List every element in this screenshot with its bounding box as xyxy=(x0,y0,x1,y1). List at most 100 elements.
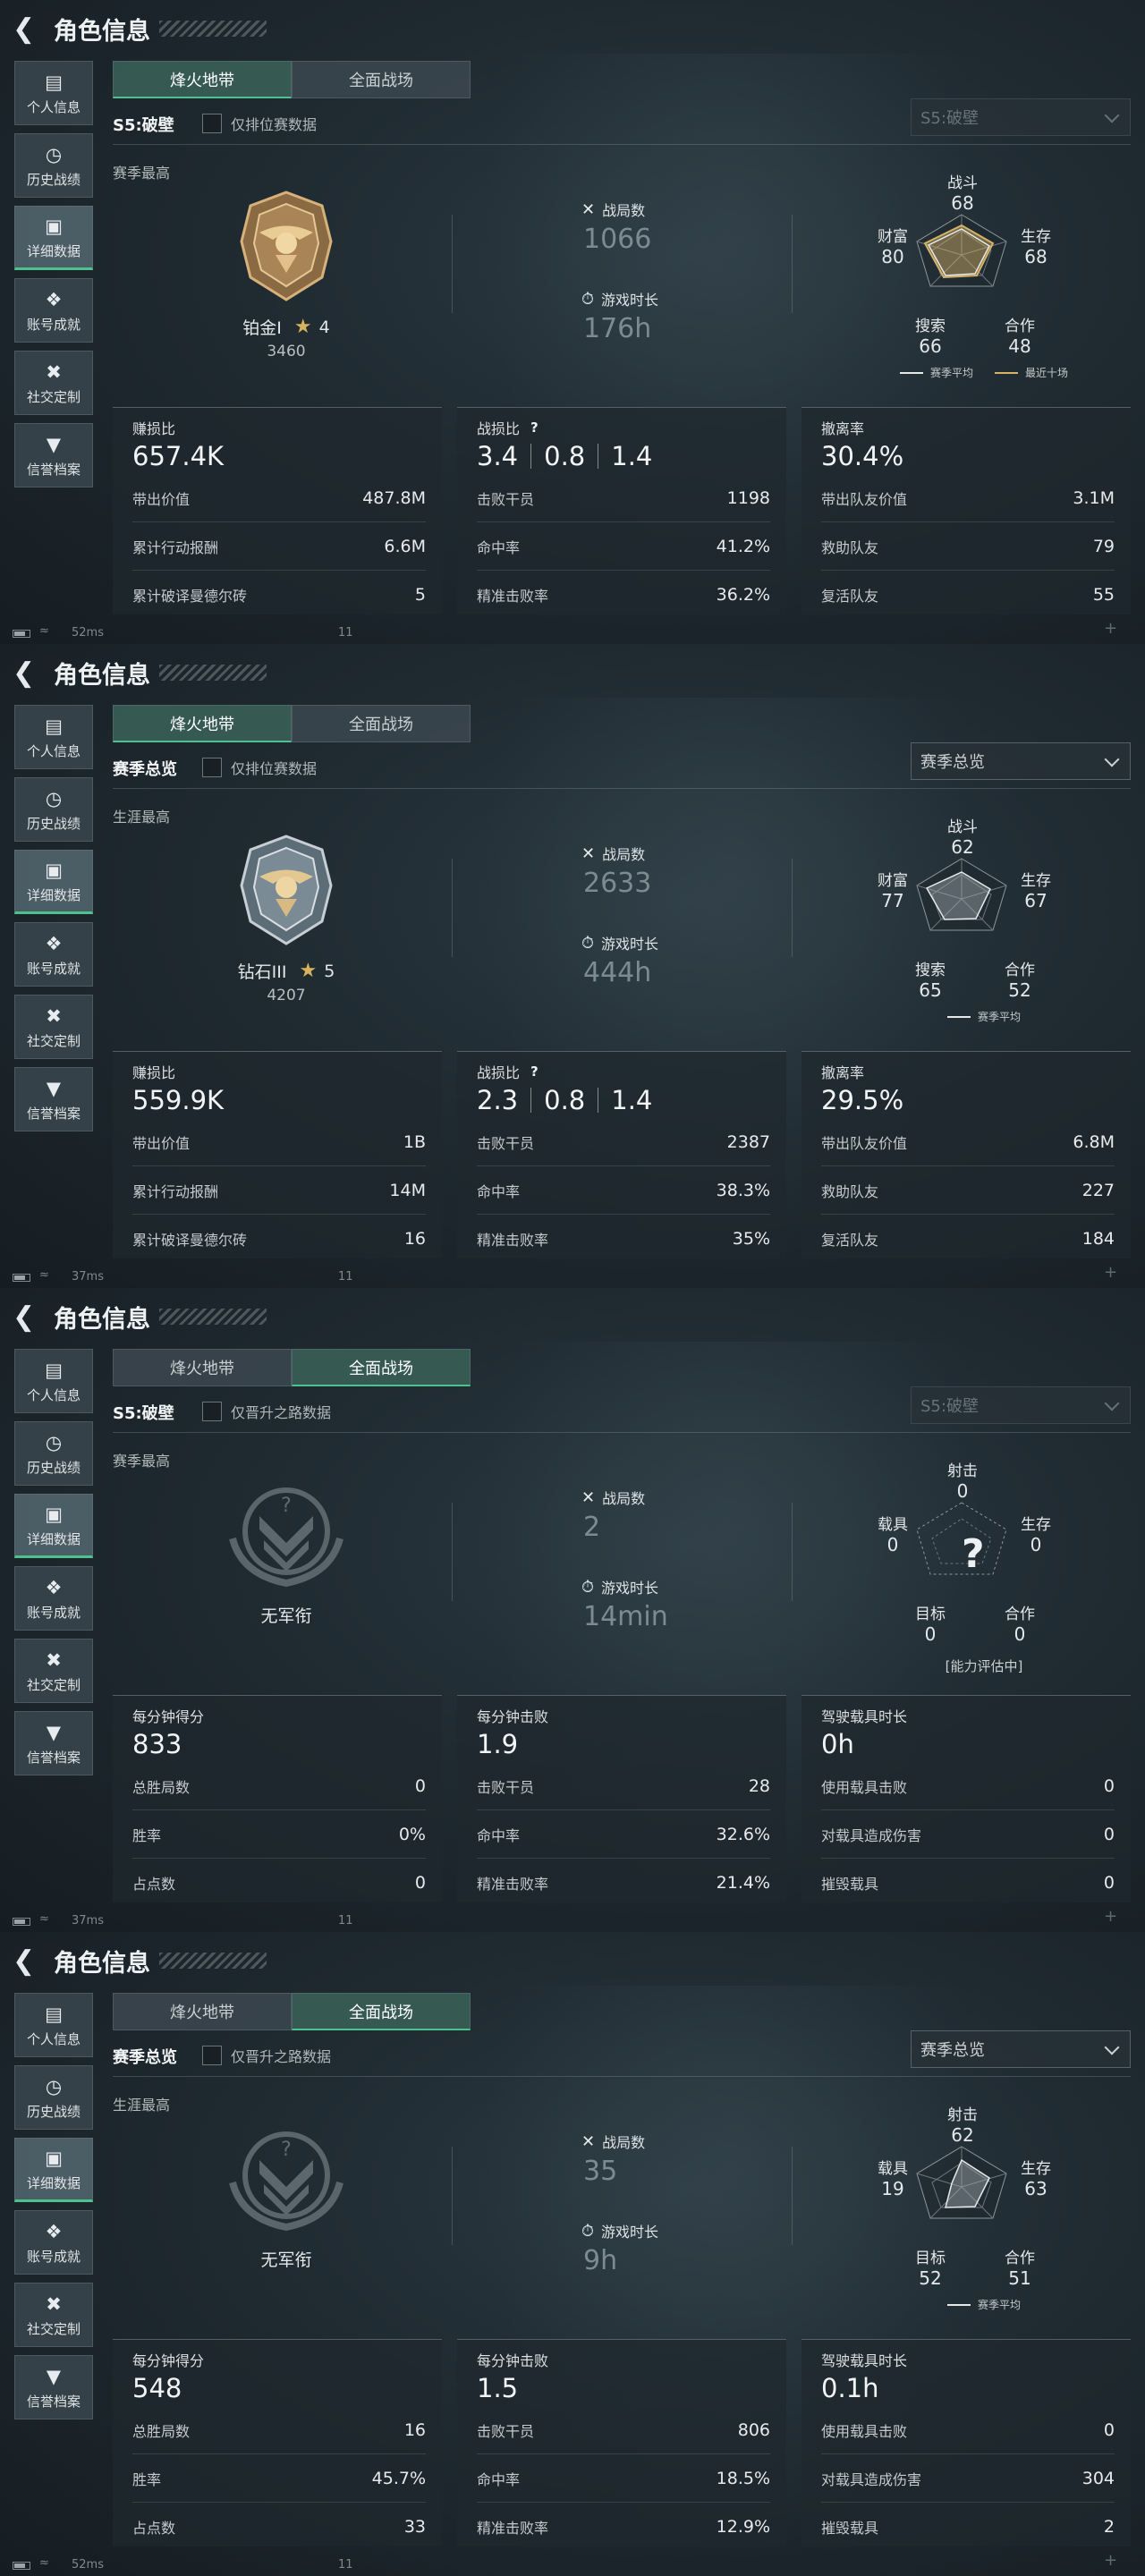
sidebar-label: 信誉档案 xyxy=(26,1749,81,1766)
card-score-per-min: 每分钟得分 548 总胜局数 16 胜率 45.7% 占点数 33 xyxy=(113,2339,442,2546)
radar-label-top: 战斗 62 xyxy=(947,818,978,858)
checkbox-box[interactable] xyxy=(202,114,222,133)
checkbox-label: 仅排位赛数据 xyxy=(231,760,318,777)
sidebar-item-details[interactable]: ▣ 详细数据 xyxy=(14,206,93,270)
sidebar-item-history[interactable]: ◷ 历史战绩 xyxy=(14,777,93,842)
back-arrow-icon[interactable]: ❮ xyxy=(13,1945,39,1977)
sidebar-item-social[interactable]: ✖ 社交定制 xyxy=(14,1639,93,1703)
stat-cards: 赚损比 559.9K 带出价值 1B 累计行动报酬 14M 累计破译曼德尔砖 16 战… xyxy=(113,1051,1131,1258)
ability-radar: ? 射击 0 生存 0 合作 0 目标 0 载具 0 [能力评估中] xyxy=(859,1449,1109,1690)
sidebar-item-social[interactable]: ✖ 社交定制 xyxy=(14,351,93,415)
back-arrow-icon[interactable]: ❮ xyxy=(13,657,39,689)
rank-area: 铂金I ★ 4 3460 xyxy=(179,188,394,360)
chevron-down-icon xyxy=(1104,751,1120,767)
tab-full-war[interactable]: 全面战场 xyxy=(292,1349,471,1386)
season-select[interactable]: 赛季总览 xyxy=(911,2030,1131,2068)
radar-label-left: 载具 0 xyxy=(878,1516,908,1555)
help-icon[interactable]: ? xyxy=(530,1063,539,1080)
ability-radar: 射击 62 生存 63 合作 51 目标 52 载具 19 赛季平均 xyxy=(859,2093,1109,2334)
checkbox-box[interactable] xyxy=(202,2046,222,2065)
radar-legend: 赛季平均 最近十场 xyxy=(859,365,1109,380)
title-decoration xyxy=(159,1953,267,1969)
clock-icon: ◷ xyxy=(45,787,63,809)
card-title: 战损比? xyxy=(477,419,539,437)
sidebar-item-details[interactable]: ▣ 详细数据 xyxy=(14,850,93,914)
sidebar-item-profile[interactable]: ▤ 个人信息 xyxy=(14,1993,93,2057)
season-select[interactable]: 赛季总览 xyxy=(911,742,1131,780)
radar-label-bottom-left: 搜索 65 xyxy=(915,962,946,1001)
card-row: 对载具造成伤害 0 xyxy=(821,1810,1115,1859)
legend-avg: 赛季平均 xyxy=(946,2297,1021,2312)
sidebar-label: 详细数据 xyxy=(26,1530,81,1547)
sidebar-item-history[interactable]: ◷ 历史战绩 xyxy=(14,1421,93,1486)
sidebar-item-reputation[interactable]: ▼ 信誉档案 xyxy=(14,423,93,487)
sidebar-item-reputation[interactable]: ▼ 信誉档案 xyxy=(14,2355,93,2419)
status-bar: ≈ 37ms 11 + xyxy=(13,1263,1131,1286)
title-decoration xyxy=(159,1309,267,1325)
divider xyxy=(452,859,453,957)
sidebar-item-details[interactable]: ▣ 详细数据 xyxy=(14,1494,93,1558)
stat-cards: 每分钟得分 548 总胜局数 16 胜率 45.7% 占点数 33 每分钟击败 1.5… xyxy=(113,2339,1131,2546)
checkbox-box[interactable] xyxy=(202,1402,222,1421)
sidebar-item-reputation[interactable]: ▼ 信誉档案 xyxy=(14,1067,93,1131)
rank-points: 4207 xyxy=(267,987,306,1004)
sidebar-item-reputation[interactable]: ▼ 信誉档案 xyxy=(14,1711,93,1775)
sidebar-item-social[interactable]: ✖ 社交定制 xyxy=(14,995,93,1059)
sidebar-label: 个人信息 xyxy=(26,1386,81,1403)
tab-full-war[interactable]: 全面战场 xyxy=(292,1993,471,2030)
radar-label-top: 射击 62 xyxy=(947,2106,978,2146)
radar-label-right: 生存 0 xyxy=(1021,1516,1051,1555)
tab-full-war[interactable]: 全面战场 xyxy=(292,61,471,98)
rank-stars: 5 xyxy=(324,961,335,981)
battery-icon xyxy=(13,1274,30,1282)
help-icon[interactable]: ? xyxy=(530,419,539,436)
playtime-stat: ⏱ 游戏时长 176h xyxy=(581,288,658,345)
sidebar-item-details[interactable]: ▣ 详细数据 xyxy=(14,2138,93,2202)
tab-extraction[interactable]: 烽火地带 xyxy=(113,1993,292,2030)
tab-extraction[interactable]: 烽火地带 xyxy=(113,705,292,742)
sidebar-item-history[interactable]: ◷ 历史战绩 xyxy=(14,2065,93,2130)
legend-avg: 赛季平均 xyxy=(899,365,973,380)
sidebar-item-profile[interactable]: ▤ 个人信息 xyxy=(14,61,93,125)
card-row: 总胜局数 0 xyxy=(132,1762,426,1810)
crossed-swords-icon: ✕ xyxy=(581,2131,596,2151)
back-arrow-icon[interactable]: ❮ xyxy=(13,1301,39,1333)
sidebar-item-social[interactable]: ✖ 社交定制 xyxy=(14,2283,93,2347)
sidebar-label: 账号成就 xyxy=(26,316,81,333)
checkbox-label: 仅晋升之路数据 xyxy=(231,2048,332,2065)
back-arrow-icon[interactable]: ❮ xyxy=(13,13,39,45)
sidebar-label: 详细数据 xyxy=(26,2174,81,2191)
filter-bar: S5:破壁 仅晋升之路数据 S5:破壁 xyxy=(113,1386,1131,1433)
sidebar-item-achievements[interactable]: ❖ 账号成就 xyxy=(14,1566,93,1631)
sidebar-label: 历史战绩 xyxy=(26,1459,81,1476)
promotion-only-checkbox[interactable]: 仅晋升之路数据 xyxy=(202,2045,331,2066)
season-label: S5:破壁 xyxy=(113,1404,174,1423)
card-row: 累计行动报酬 14M xyxy=(132,1166,426,1215)
sidebar-item-history[interactable]: ◷ 历史战绩 xyxy=(14,133,93,198)
tab-extraction[interactable]: 烽火地带 xyxy=(113,61,292,98)
card-vehicle-time: 驾驶载具时长 0.1h 使用载具击败 0 对载具造成伤害 304 摧毁载具 2 xyxy=(802,2339,1131,2546)
promotion-only-checkbox[interactable]: 仅晋升之路数据 xyxy=(202,1401,331,1422)
tab-extraction[interactable]: 烽火地带 xyxy=(113,1349,292,1386)
sidebar-item-achievements[interactable]: ❖ 账号成就 xyxy=(14,2210,93,2275)
ranked-only-checkbox[interactable]: 仅排位赛数据 xyxy=(202,113,317,134)
ranked-only-checkbox[interactable]: 仅排位赛数据 xyxy=(202,757,317,778)
matches-value: 1066 xyxy=(583,224,652,255)
unranked-emblem-icon: ? xyxy=(229,1487,344,1588)
card-row: 命中率 18.5% xyxy=(477,2454,770,2503)
sidebar-item-achievements[interactable]: ❖ 账号成就 xyxy=(14,278,93,343)
sidebar-item-achievements[interactable]: ❖ 账号成就 xyxy=(14,922,93,987)
tab-full-war[interactable]: 全面战场 xyxy=(292,705,471,742)
sidebar-item-profile[interactable]: ▤ 个人信息 xyxy=(14,705,93,769)
playtime-stat: ⏱ 游戏时长 14min xyxy=(581,1576,668,1633)
checkbox-box[interactable] xyxy=(202,758,222,777)
card-row: 救助队友 227 xyxy=(821,1166,1115,1215)
ping: 52ms xyxy=(72,626,104,640)
season-select[interactable]: S5:破壁 xyxy=(911,98,1131,136)
season-label: 赛季总览 xyxy=(113,760,177,779)
sidebar-label: 个人信息 xyxy=(26,2030,81,2047)
sidebar-item-profile[interactable]: ▤ 个人信息 xyxy=(14,1349,93,1413)
card-value: 0.1h xyxy=(821,2373,879,2403)
season-select[interactable]: S5:破壁 xyxy=(911,1386,1131,1424)
divider xyxy=(792,2147,793,2245)
